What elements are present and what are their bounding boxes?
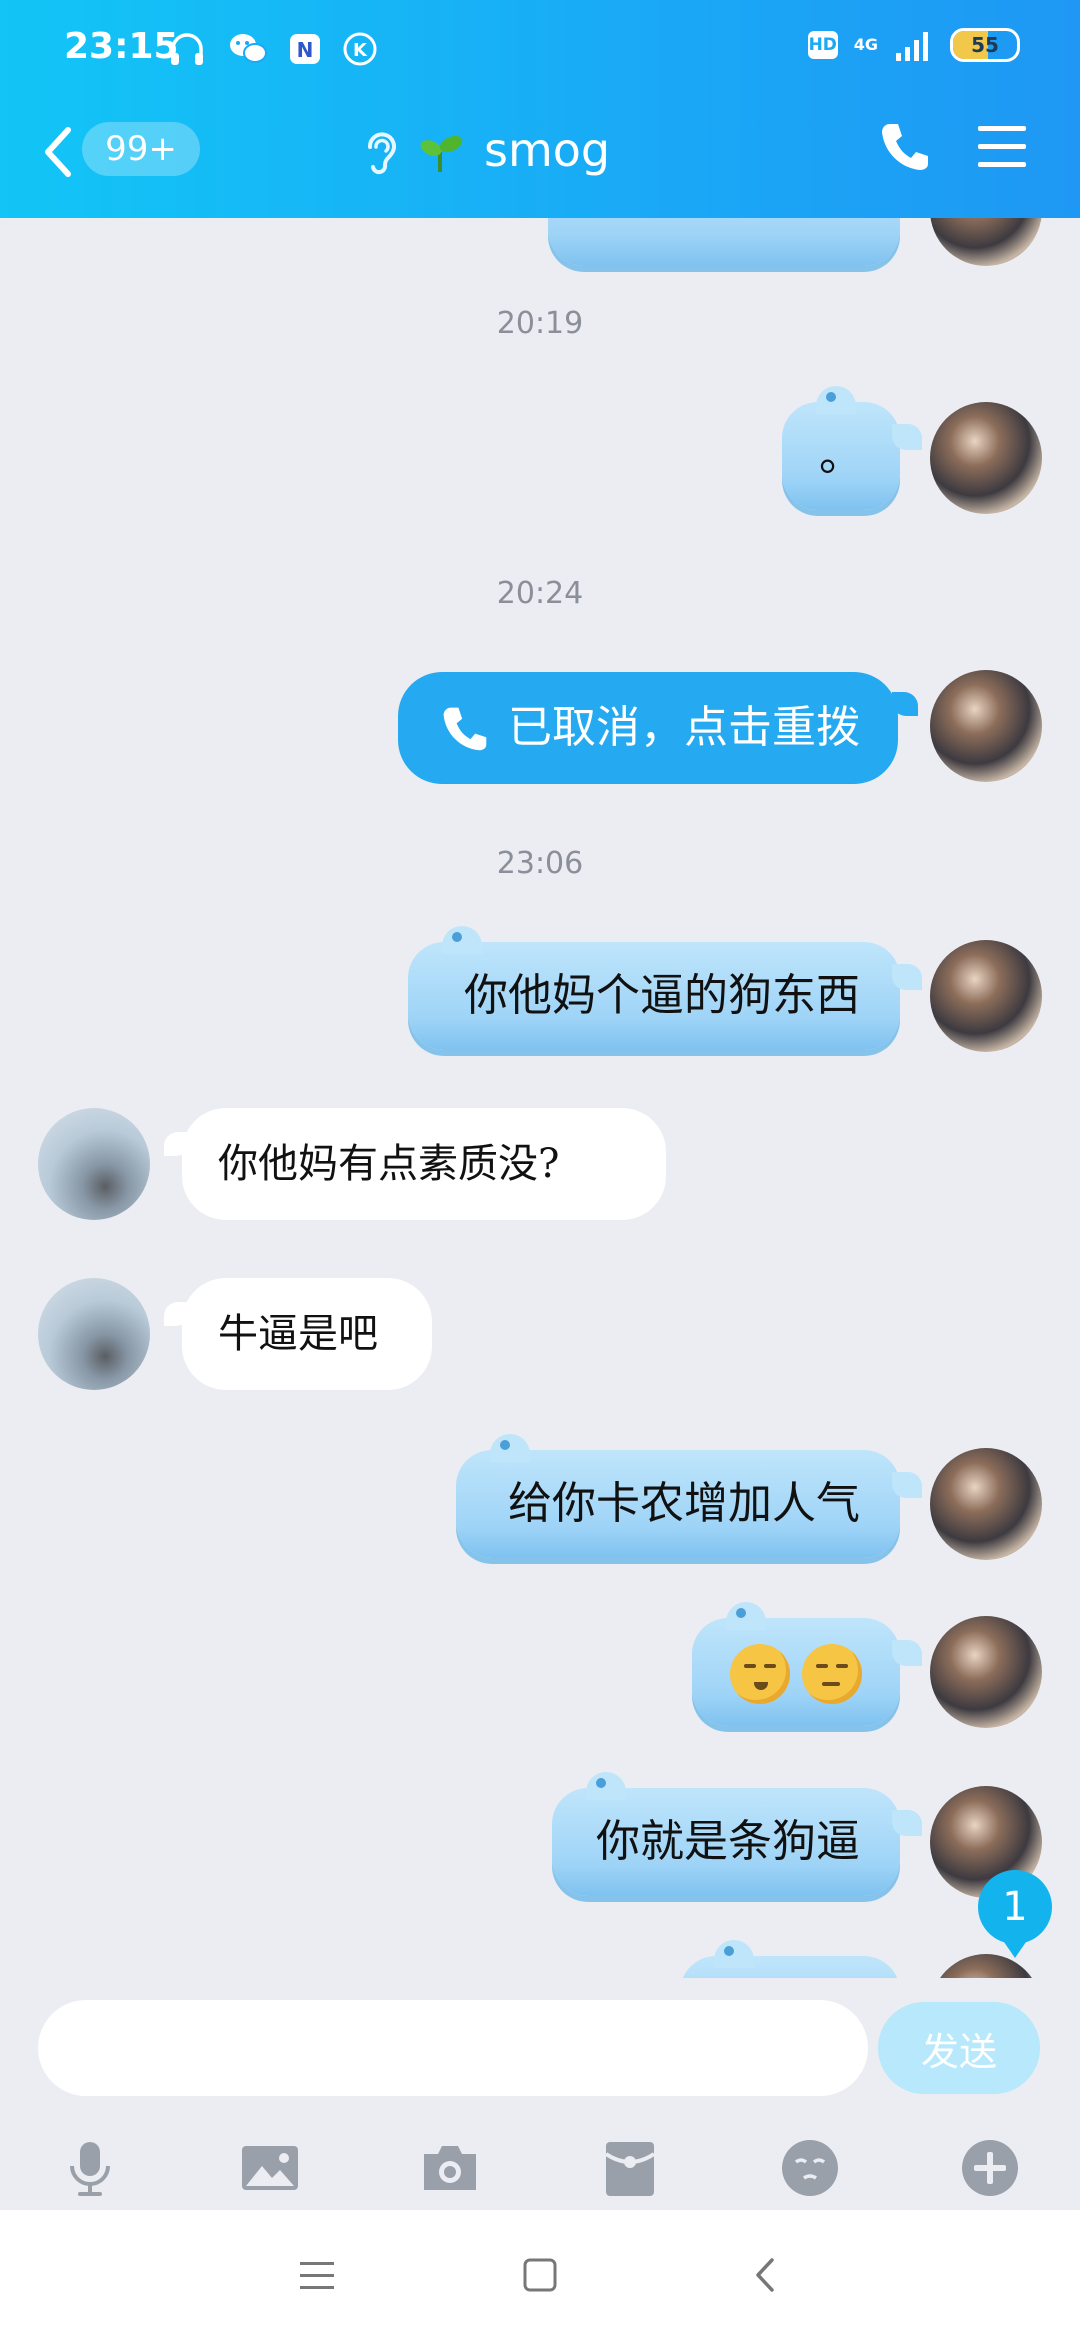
network-type: 4G [853, 35, 878, 54]
partial-sent-bubble [680, 1940, 900, 1978]
bubble-tail [892, 1810, 922, 1836]
message-input[interactable] [38, 2000, 868, 2096]
bubble-tail [892, 692, 918, 716]
chat-navbar: 99+ smog [0, 96, 1080, 218]
image-icon[interactable] [238, 2136, 302, 2200]
message-text: 。 [819, 430, 863, 481]
bubble-tail [892, 1640, 922, 1666]
k-app-icon: K [343, 32, 377, 66]
partial-sent-bubble [548, 218, 900, 266]
avatar[interactable] [38, 1278, 150, 1390]
bubble-tail [892, 1472, 922, 1498]
new-message-badge[interactable]: 1 [978, 1870, 1052, 1958]
emoji-icon[interactable] [778, 2136, 842, 2200]
received-message-bubble[interactable]: 牛逼是吧 [182, 1278, 432, 1390]
avatar[interactable] [930, 670, 1042, 782]
headphones-icon [171, 33, 203, 65]
chat-header: 23:15 N K HD 4G 55 99+ smog [0, 0, 1080, 218]
avatar[interactable] [930, 1448, 1042, 1560]
battery-indicator: 55 [950, 28, 1020, 62]
received-message-bubble[interactable]: 你他妈有点素质没? [182, 1108, 666, 1220]
phone-icon [443, 707, 487, 751]
svg-text:K: K [353, 40, 368, 61]
chat-toolbar [0, 2126, 1080, 2210]
phone-icon[interactable] [876, 118, 932, 174]
chevron-left-icon[interactable] [40, 122, 76, 182]
microphone-icon[interactable] [58, 2136, 122, 2200]
bubble-tail [892, 964, 922, 990]
avatar[interactable] [930, 218, 1042, 266]
message-text: 牛逼是吧 [218, 1311, 378, 1357]
sent-message-bubble[interactable]: 你他妈个逼的狗东西 [408, 926, 900, 1050]
n-app-icon: N [290, 34, 320, 64]
avatar[interactable] [930, 940, 1042, 1052]
sent-emoji-bubble[interactable] [692, 1602, 900, 1726]
menu-icon[interactable] [976, 124, 1028, 170]
battery-percent: 55 [971, 33, 999, 57]
hd-badge: HD [807, 31, 838, 59]
message-text: 你就是条狗逼 [596, 1816, 860, 1867]
face-with-hand-over-mouth-emoji [730, 1644, 790, 1704]
red-packet-icon[interactable] [598, 2136, 662, 2200]
call-status-text: 已取消，点击重拨 [508, 702, 860, 753]
send-button[interactable]: 发送 [878, 2002, 1040, 2094]
status-notification-icons: N K [168, 30, 378, 68]
avatar[interactable] [930, 402, 1042, 514]
timestamp: 20:24 [496, 576, 584, 611]
svg-text:N: N [297, 38, 314, 62]
message-text: 给你卡农增加人气 [508, 1478, 860, 1529]
call-message-bubble[interactable]: 已取消，点击重拨 [398, 672, 898, 784]
system-navigation-bar [0, 2210, 1080, 2340]
status-time: 23:15 [64, 26, 179, 67]
message-list[interactable]: 20:19 。 20:24 已取消，点击重拨 23:06 你他妈个逼的狗东西 你… [0, 218, 1080, 1978]
sent-message-bubble[interactable]: 。 [782, 386, 900, 510]
status-bar: 23:15 N K HD 4G 55 [0, 0, 1080, 96]
message-text: 你他妈个逼的狗东西 [464, 970, 860, 1021]
sent-message-bubble[interactable]: 你就是条狗逼 [552, 1772, 900, 1896]
ear-icon[interactable] [360, 125, 400, 175]
recents-icon[interactable] [292, 2250, 342, 2300]
timestamp: 20:19 [496, 306, 584, 341]
avatar[interactable] [38, 1108, 150, 1220]
sent-message-bubble[interactable]: 给你卡农增加人气 [456, 1434, 900, 1558]
message-text: 你他妈有点素质没? [218, 1141, 560, 1187]
timestamp: 23:06 [496, 846, 584, 881]
back-icon[interactable] [742, 2250, 792, 2300]
avatar[interactable] [930, 1616, 1042, 1728]
sprout-icon [420, 135, 463, 172]
bubble-tail [892, 424, 922, 450]
wechat-icon [230, 34, 267, 63]
thinking-face-emoji [802, 1644, 862, 1704]
chat-title-group[interactable]: smog [360, 120, 610, 180]
plus-icon[interactable] [958, 2136, 1022, 2200]
status-system-icons: HD 4G 55 [807, 28, 1020, 62]
input-area: 发送 [0, 1978, 1080, 2210]
unread-count-badge[interactable]: 99+ [82, 122, 200, 176]
camera-icon[interactable] [418, 2136, 482, 2200]
home-icon[interactable] [515, 2250, 565, 2300]
chat-title: smog [484, 123, 611, 177]
signal-icon [896, 32, 928, 61]
